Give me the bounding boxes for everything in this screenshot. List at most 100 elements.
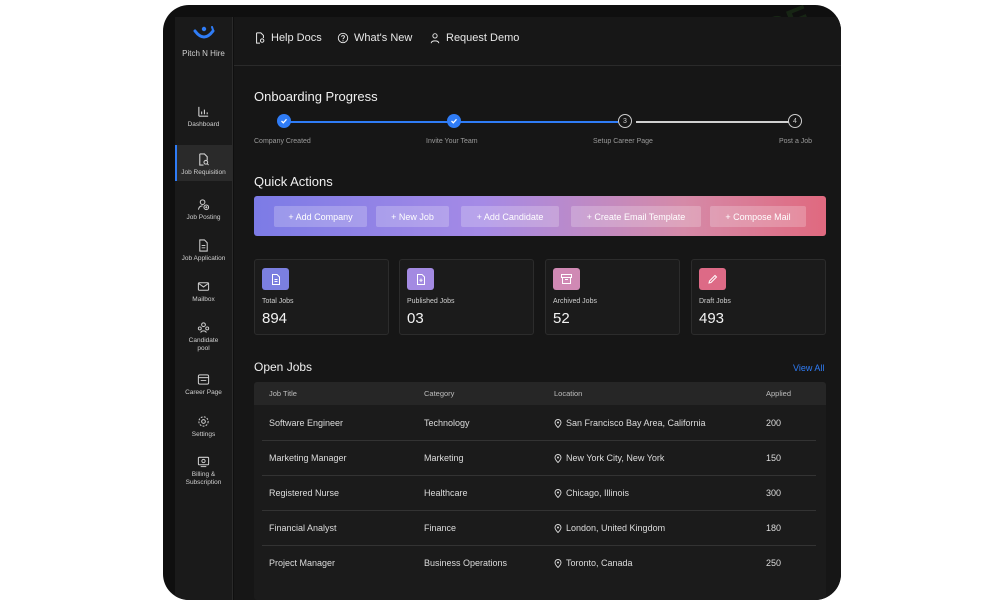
open-jobs-table: Job Title Category Location Applied Soft… [254,382,826,600]
whats-new-link[interactable]: What's New [337,32,412,44]
applied-cell: 180 [766,523,782,533]
location-cell: San Francisco Bay Area, California [554,418,706,428]
step-label: Setup Career Page [593,138,653,145]
chart-icon [198,106,209,117]
step-label: Invite Your Team [426,138,478,145]
category-cell: Healthcare [424,488,468,498]
stat-card-draft-jobs[interactable]: Draft Jobs 493 [691,259,826,335]
brand-logo[interactable]: Pitch N Hire [175,25,232,58]
question-circle-icon [337,32,349,44]
step-number: 4 [788,114,802,128]
sidebar-item-label: Dashboard [187,121,220,128]
sidebar-item-label: Job Posting [186,214,221,221]
table-row[interactable]: Project Manager Business Operations Toro… [262,545,816,580]
request-demo-label: Request Demo [446,32,520,44]
window-icon [197,374,210,385]
pencil-icon [699,268,726,290]
add-candidate-button[interactable]: + Add Candidate [461,206,559,227]
job-title-cell: Registered Nurse [269,488,340,498]
step-check-icon [277,114,291,128]
job-title-cell: Marketing Manager [269,453,347,463]
step-label: Post a Job [779,138,813,145]
location-pin-icon [554,523,562,533]
location-cell: Toronto, Canada [554,558,633,568]
sidebar-item-dashboard[interactable]: Dashboard [175,105,232,135]
app-window: AI TALENT SPACE AI TALENT SPACE AI TALEN… [163,5,841,600]
applied-cell: 200 [766,418,782,428]
quick-actions-bar: + Add Company + New Job + Add Candidate … [254,196,826,236]
help-docs-label: Help Docs [271,32,322,44]
stat-label: Draft Jobs [699,298,731,305]
sidebar-item-career-page[interactable]: Career Page [175,373,232,403]
applied-cell: 150 [766,453,782,463]
new-job-button[interactable]: + New Job [376,206,449,227]
document-search-icon [256,32,265,44]
table-row[interactable]: Software Engineer Technology San Francis… [262,405,816,441]
table-row[interactable]: Financial Analyst Finance London, United… [262,510,816,546]
open-jobs-title: Open Jobs [254,360,313,374]
location-cell: London, United Kingdom [554,523,665,533]
stat-label: Archived Jobs [553,298,597,305]
add-company-button[interactable]: + Add Company [274,206,367,227]
job-title-cell: Financial Analyst [269,523,337,533]
column-header[interactable]: Location [554,389,582,398]
logo-icon [193,26,214,39]
create-email-template-button[interactable]: + Create Email Template [571,206,701,227]
top-bar: Help Docs What's New Request Demo [234,17,841,66]
sidebar-item-label: Settings [191,431,216,438]
onboarding-title: Onboarding Progress [254,89,378,104]
job-title-cell: Project Manager [269,558,336,568]
whats-new-label: What's New [354,32,413,44]
table-header: Job Title Category Location Applied [254,382,826,405]
main-content: Help Docs What's New Request Demo Onboar… [234,17,841,600]
stat-card-total-jobs[interactable]: Total Jobs 894 [254,259,389,335]
step-connector [284,121,448,123]
stat-label: Total Jobs [262,298,294,305]
gear-icon [198,416,209,427]
quick-actions-title: Quick Actions [254,174,333,189]
category-cell: Marketing [424,453,464,463]
file-icon [199,239,208,252]
document-plus-icon [407,268,434,290]
sidebar-item-job-application[interactable]: Job Application [175,239,232,269]
onboarding-stepper: 3 4 Company Created Invite Your Team Set… [254,114,814,154]
help-docs-link[interactable]: Help Docs [254,32,322,44]
location-text: Chicago, Illinois [566,488,630,498]
location-pin-icon [554,418,562,428]
view-all-link[interactable]: View All [793,363,824,373]
sidebar-item-mailbox[interactable]: Mailbox [175,280,232,310]
sidebar-item-settings[interactable]: Settings [175,415,232,445]
column-header[interactable]: Category [424,389,454,398]
column-header[interactable]: Job Title [269,389,297,398]
step-label: Company Created [254,138,311,145]
request-demo-link[interactable]: Request Demo [429,32,519,44]
location-cell: Chicago, Illinois [554,488,629,498]
column-header[interactable]: Applied [766,389,791,398]
category-cell: Finance [424,523,457,533]
table-row[interactable]: Marketing Manager Marketing New York Cit… [262,440,816,476]
users-icon [197,322,210,333]
sidebar-item-billing[interactable]: Billing & Subscription [175,455,232,491]
archive-icon [553,268,580,290]
applied-cell: 300 [766,488,782,498]
location-cell: New York City, New York [554,453,664,463]
location-pin-icon [554,453,562,463]
billing-icon [197,456,210,468]
sidebar-item-job-requisition[interactable]: Job Requisition [175,145,232,181]
category-cell: Technology [424,418,470,428]
sidebar-item-candidate-pool[interactable]: Candidate pool [175,321,232,357]
sidebar-item-label: Billing & Subscription [185,471,222,486]
table-row[interactable]: Registered Nurse Healthcare Chicago, Ill… [262,475,816,511]
location-pin-icon [554,488,562,498]
compose-mail-button[interactable]: + Compose Mail [710,206,806,227]
sidebar-item-job-posting[interactable]: Job Posting [175,198,232,228]
step-connector [636,121,793,123]
location-text: London, United Kingdom [566,523,666,533]
step-connector [454,121,618,123]
sidebar-item-label: Career Page [185,389,222,396]
category-cell: Business Operations [424,558,508,568]
stat-card-archived-jobs[interactable]: Archived Jobs 52 [545,259,680,335]
sidebar: Pitch N Hire Dashboard Job Requisition J… [175,17,233,600]
stat-card-published-jobs[interactable]: Published Jobs 03 [399,259,534,335]
location-text: New York City, New York [566,453,665,463]
